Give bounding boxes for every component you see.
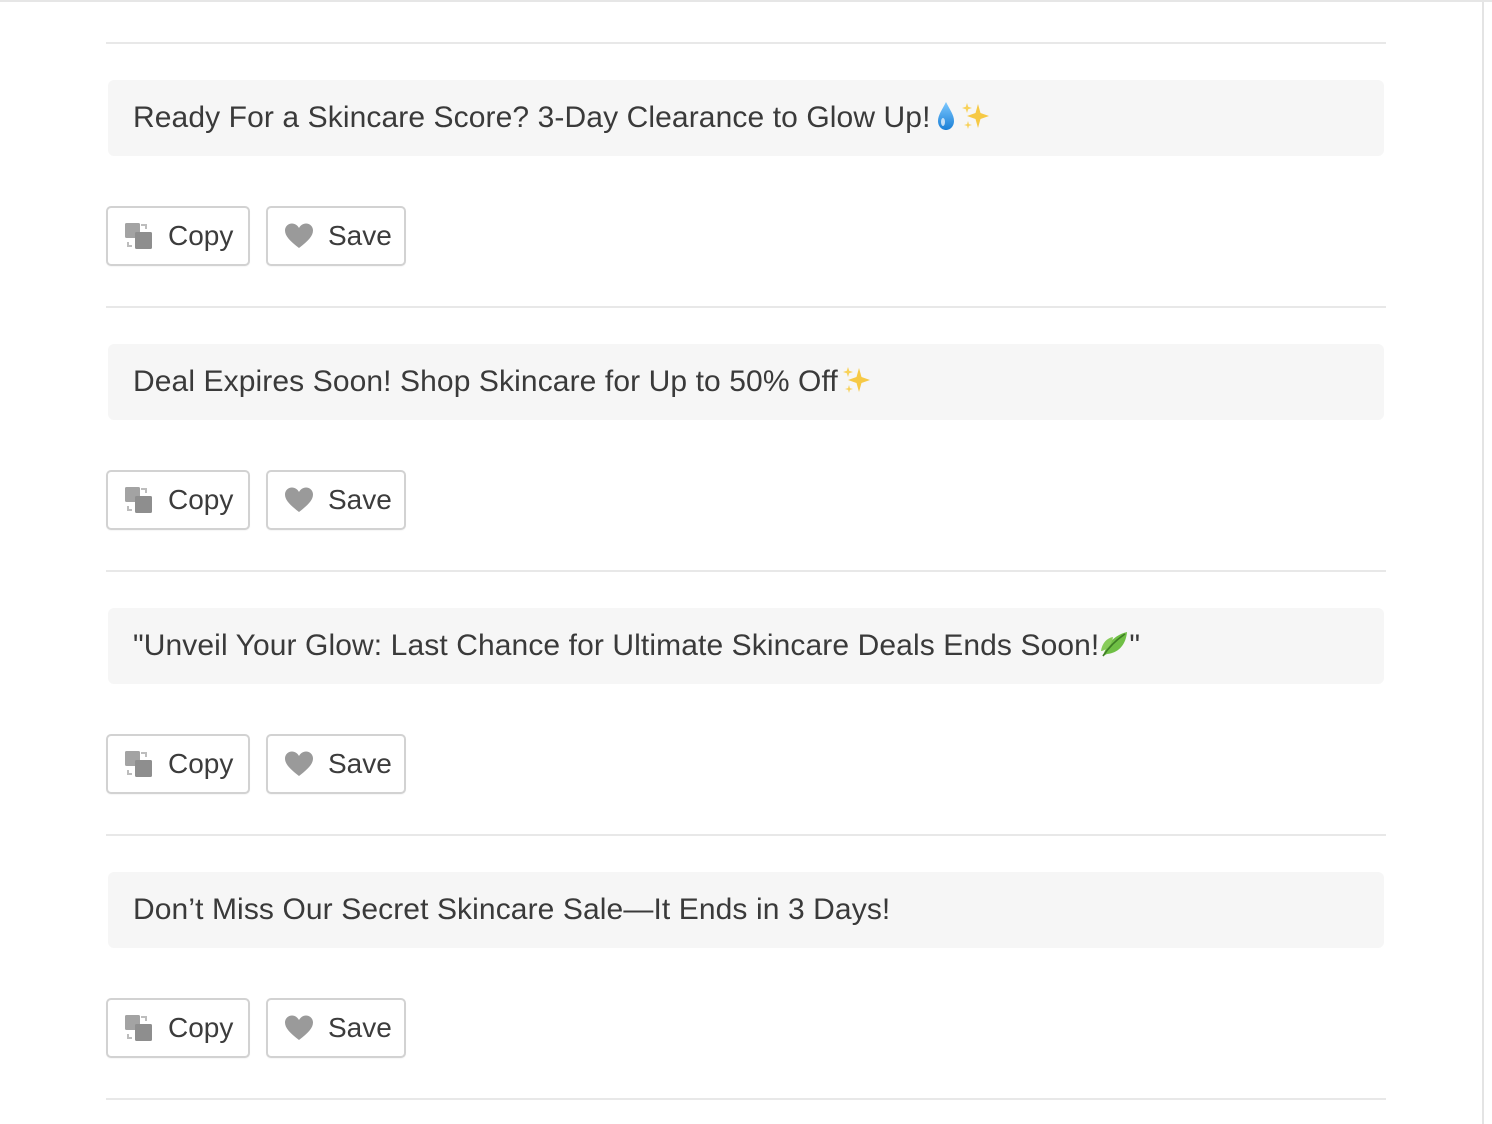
- headline-text: Deal Expires Soon! Shop Skincare for Up …: [133, 365, 838, 398]
- headline-entry: "Unveil Your Glow: Last Chance for Ultim…: [106, 572, 1386, 834]
- headline-box[interactable]: Deal Expires Soon! Shop Skincare for Up …: [108, 344, 1384, 420]
- copy-label: Copy: [168, 1012, 234, 1043]
- copy-icon: [124, 1014, 154, 1042]
- copy-label: Copy: [168, 484, 234, 515]
- sparkles-icon: [842, 365, 872, 400]
- divider: [106, 1098, 1386, 1100]
- headline-box[interactable]: Don’t Miss Our Secret Skincare Sale—It E…: [108, 872, 1384, 948]
- copy-icon: [124, 222, 154, 250]
- save-label: Save: [328, 748, 392, 779]
- headline-entry: Deal Expires Soon! Shop Skincare for Up …: [106, 308, 1386, 570]
- results-page: Ready For a Skincare Score? 3-Day Cleara…: [0, 0, 1492, 1124]
- copy-label: Copy: [168, 220, 234, 251]
- copy-icon: [124, 750, 154, 778]
- headline-actions: Copy Save: [106, 998, 406, 1058]
- save-button[interactable]: Save: [266, 734, 406, 794]
- headline-text: Ready For a Skincare Score? 3-Day Cleara…: [133, 101, 931, 134]
- save-label: Save: [328, 1012, 392, 1043]
- save-button[interactable]: Save: [266, 998, 406, 1058]
- headline-text: "Unveil Your Glow: Last Chance for Ultim…: [133, 629, 1100, 662]
- headline-box[interactable]: "Unveil Your Glow: Last Chance for Ultim…: [108, 608, 1384, 684]
- copy-icon: [124, 486, 154, 514]
- copy-button[interactable]: Copy: [106, 998, 250, 1058]
- headline-list: Ready For a Skincare Score? 3-Day Cleara…: [106, 42, 1386, 1100]
- headline-text: Don’t Miss Our Secret Skincare Sale—It E…: [133, 893, 891, 926]
- copy-label: Copy: [168, 748, 234, 779]
- copy-button[interactable]: Copy: [106, 206, 250, 266]
- heart-icon: [284, 1014, 314, 1042]
- headline-entry: Don’t Miss Our Secret Skincare Sale—It E…: [106, 836, 1386, 1098]
- heart-icon: [284, 222, 314, 250]
- copy-button[interactable]: Copy: [106, 734, 250, 794]
- heart-icon: [284, 486, 314, 514]
- heart-icon: [284, 750, 314, 778]
- headline-quote: ": [1129, 629, 1141, 662]
- sparkles-icon: [961, 101, 991, 136]
- save-label: Save: [328, 484, 392, 515]
- panel-edge: [1482, 2, 1484, 1124]
- headline-entry: Ready For a Skincare Score? 3-Day Cleara…: [106, 44, 1386, 306]
- droplet-icon: [935, 100, 957, 137]
- headline-actions: Copy Save: [106, 470, 406, 530]
- headline-actions: Copy Save: [106, 206, 406, 266]
- headline-box[interactable]: Ready For a Skincare Score? 3-Day Cleara…: [108, 80, 1384, 156]
- copy-button[interactable]: Copy: [106, 470, 250, 530]
- save-label: Save: [328, 220, 392, 251]
- leaf-icon: [1099, 629, 1129, 664]
- save-button[interactable]: Save: [266, 470, 406, 530]
- headline-actions: Copy Save: [106, 734, 406, 794]
- save-button[interactable]: Save: [266, 206, 406, 266]
